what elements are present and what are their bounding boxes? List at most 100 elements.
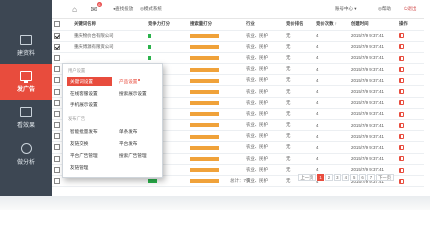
delete-icon[interactable] — [399, 145, 404, 151]
page-number-button[interactable]: 2 — [325, 174, 333, 181]
created-time-cell: 2015/7/9 9:37:41 — [349, 30, 397, 42]
menu-item-platform-publish[interactable]: 平台发布 — [119, 141, 137, 147]
sidebar-item-label: 看效果 — [16, 123, 35, 129]
action-cell — [397, 30, 424, 42]
row-checkbox[interactable] — [54, 166, 60, 173]
delete-icon[interactable] — [399, 55, 404, 61]
created-time-cell: 2015/7/9 9:37:41 — [349, 74, 397, 87]
sidebar-item-profile[interactable]: 建资料 — [0, 28, 52, 64]
page-number-button[interactable]: 5 — [350, 174, 358, 181]
column-header[interactable]: 竞价排名 — [284, 18, 314, 31]
sidebar-item-effect[interactable]: 看效果 — [0, 100, 52, 136]
delete-icon[interactable] — [399, 178, 404, 184]
bid-count-cell: 4 — [314, 141, 349, 154]
action-cell — [397, 41, 424, 53]
row-checkbox[interactable] — [54, 178, 60, 185]
keyword-name-cell — [72, 52, 146, 65]
row-select-cell[interactable] — [52, 30, 72, 42]
action-cell — [397, 119, 424, 132]
industry-cell: 农业、民护 — [244, 130, 284, 143]
column-header[interactable]: 竞争力打分 — [146, 18, 188, 31]
action-cell — [397, 153, 424, 165]
delete-icon[interactable] — [399, 100, 404, 106]
account-menu[interactable]: 账号中心 ▾ — [335, 3, 357, 15]
search-score-cell — [188, 164, 244, 176]
sidebar-item-analysis[interactable]: 做分析 — [0, 136, 52, 172]
sort-column-header[interactable]: 竞价次数 ↑ — [314, 18, 349, 31]
page-number-button[interactable]: 6 — [358, 174, 367, 181]
action-cell — [397, 164, 424, 176]
created-time-cell: 2015/7/9 9:37:41 — [349, 141, 397, 154]
menu-item-keyword-settings[interactable]: 关键词设置 — [67, 77, 112, 86]
menu-item-smart-publish[interactable]: 智能批量发布 — [70, 129, 98, 135]
back-link[interactable]: ◂查找投放 — [113, 3, 133, 15]
row-checkbox[interactable] — [54, 133, 60, 140]
row-checkbox[interactable] — [54, 122, 60, 129]
menu-item-search-ads[interactable]: 搜索广告管理 — [119, 153, 147, 159]
competition-score-cell — [146, 30, 188, 42]
delete-icon[interactable] — [399, 66, 404, 72]
search-score-bar — [190, 56, 219, 61]
column-header[interactable]: 创建时间 — [349, 18, 397, 31]
menu-item-label: 产品设置 — [119, 79, 138, 84]
delete-icon[interactable] — [399, 122, 404, 128]
rank-cell: 无 — [284, 63, 314, 76]
row-checkbox[interactable] — [54, 77, 60, 84]
row-select-cell[interactable] — [52, 52, 72, 65]
menu-item-mobile-display[interactable]: 手机展示设置 — [70, 102, 98, 108]
select-all-header[interactable] — [52, 18, 72, 31]
search-score-cell — [188, 41, 244, 53]
delete-icon[interactable] — [399, 167, 404, 173]
rank-cell: 无 — [284, 119, 314, 132]
prev-page-button[interactable]: 上一页 — [298, 174, 316, 181]
row-select-cell[interactable] — [52, 41, 72, 53]
search-score-cell — [188, 30, 244, 42]
page-number-button[interactable]: 7 — [367, 174, 375, 181]
delete-icon[interactable] — [399, 111, 404, 117]
action-cell — [397, 52, 424, 65]
action-cell — [397, 130, 424, 143]
page-number-button[interactable]: 4 — [342, 174, 350, 181]
sidebar-item-ads[interactable]: 发广告 — [0, 64, 52, 100]
logout-link[interactable]: ⏻退出 — [404, 3, 417, 15]
delete-icon[interactable] — [399, 44, 404, 50]
delete-icon[interactable] — [399, 33, 404, 39]
row-checkbox[interactable] — [54, 99, 60, 106]
page-number-button[interactable]: 1 — [316, 174, 325, 181]
menu-item-product-settings[interactable]: 产品设置 — [119, 79, 141, 85]
help-link[interactable]: ◎帮助 — [378, 3, 391, 15]
menu-item-single-publish[interactable]: 单条发布 — [119, 129, 137, 135]
doc-icon — [20, 35, 32, 45]
message-count-badge: 6 — [96, 2, 102, 7]
select-all-checkbox[interactable] — [54, 20, 60, 27]
table-header-row: 关键词名称 竞争力打分 搜索量打分 行业 竞价排名 竞价次数 ↑ 创建时间 操作 — [52, 18, 424, 31]
delete-icon[interactable] — [399, 133, 404, 139]
row-checkbox[interactable] — [54, 110, 60, 117]
row-checkbox[interactable] — [54, 43, 60, 50]
rank-cell: 无 — [284, 74, 314, 87]
delete-icon[interactable] — [399, 89, 404, 95]
mode-switch-link[interactable]: ◎模式系统 — [140, 3, 162, 15]
action-cell — [397, 97, 424, 109]
menu-item-platform-ads[interactable]: 平台广告管理 — [70, 153, 98, 159]
message-icon[interactable]: ✉ 6 — [88, 2, 102, 15]
menu-group-label: 发布广告 — [68, 116, 86, 121]
menu-item-link-exchange[interactable]: 友链交换 — [70, 141, 88, 147]
row-checkbox[interactable] — [54, 54, 60, 61]
search-score-cell — [188, 108, 244, 121]
menu-item-link-management[interactable]: 友链管理 — [70, 165, 88, 171]
menu-item-online-service[interactable]: 在线客服设置 — [70, 91, 98, 97]
next-page-button[interactable]: 下一页 — [375, 174, 394, 181]
menu-item-search-display[interactable]: 搜索展示设置 — [119, 91, 147, 97]
delete-icon[interactable] — [399, 78, 404, 84]
row-checkbox[interactable] — [54, 32, 60, 39]
column-header[interactable]: 搜索量打分 — [188, 18, 244, 31]
row-checkbox[interactable] — [54, 88, 60, 95]
row-checkbox[interactable] — [54, 66, 60, 73]
home-icon[interactable]: ⌂ — [70, 3, 79, 15]
row-checkbox[interactable] — [54, 155, 60, 162]
search-score-bar — [190, 134, 219, 139]
row-checkbox[interactable] — [54, 144, 60, 151]
page-number-button[interactable]: 3 — [333, 174, 342, 181]
delete-icon[interactable] — [399, 156, 404, 162]
